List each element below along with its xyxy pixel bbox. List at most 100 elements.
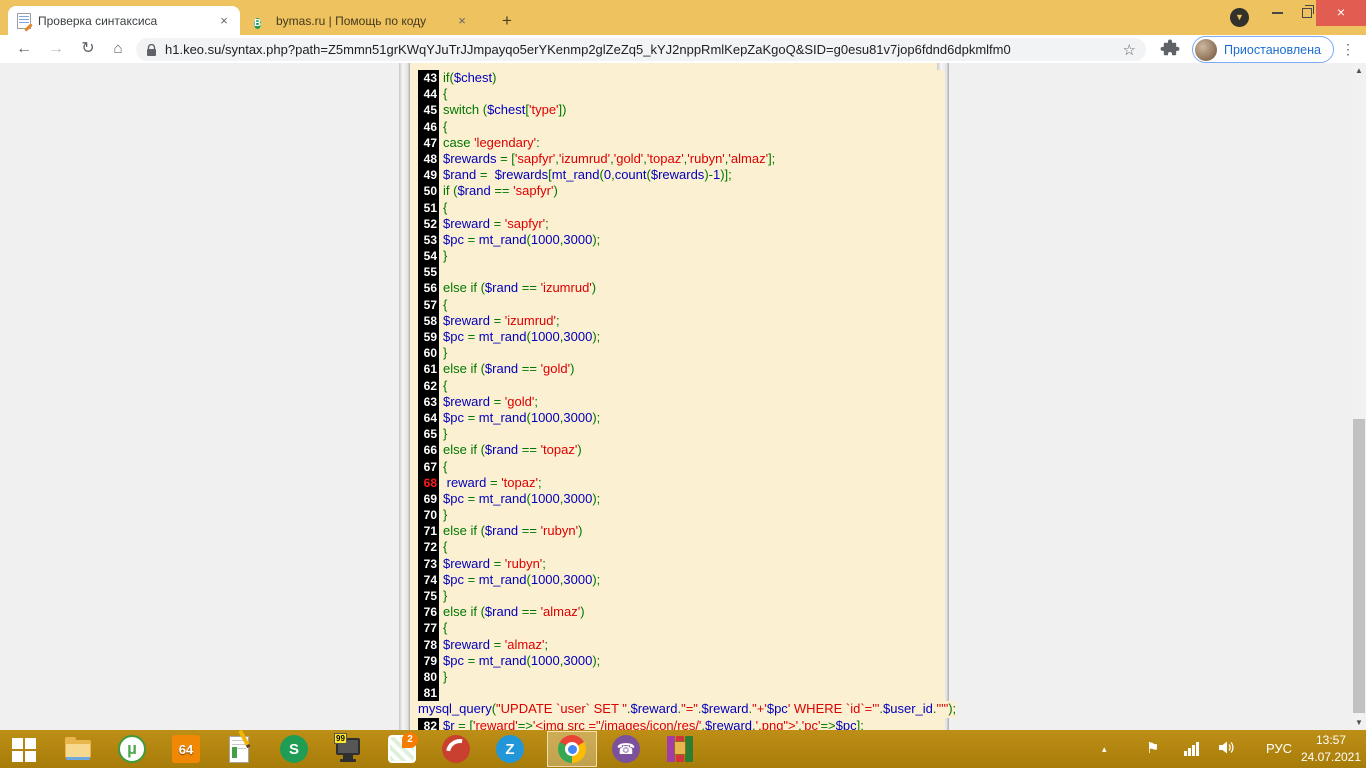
line-number: 51 (418, 200, 439, 216)
line-number: 61 (418, 361, 439, 377)
s-app-icon[interactable]: S (280, 735, 308, 763)
monitor-99-icon[interactable]: 99 (334, 735, 362, 763)
line-number: 53 (418, 232, 439, 248)
bookmark-star-icon[interactable]: ☆ (1123, 41, 1136, 59)
volume-icon[interactable] (1218, 740, 1236, 760)
code-line: 62{ (410, 378, 945, 394)
extensions-puzzle-icon[interactable] (1160, 38, 1184, 62)
page-scrollbar[interactable]: ▲ ▼ (1352, 63, 1366, 730)
line-number: 72 (418, 539, 439, 555)
chrome-icon[interactable] (558, 735, 586, 763)
line-number: 73 (418, 556, 439, 572)
code-line: 50if ($rand == 'sapfyr') (410, 183, 945, 199)
code-line: 71else if ($rand == 'rubyn') (410, 523, 945, 539)
line-number: 47 (418, 135, 439, 151)
line-number: 60 (418, 345, 439, 361)
browser-menu-icon[interactable]: ⋮ (1338, 37, 1358, 61)
action-center-flag-icon[interactable]: ⚑ (1146, 739, 1159, 757)
tab-search-icon[interactable]: ▼ (1230, 8, 1249, 27)
line-number: 52 (418, 216, 439, 232)
aida64-icon[interactable]: 64 (172, 735, 200, 763)
utorrent-icon[interactable]: µ (118, 735, 146, 763)
code-line: 65} (410, 426, 945, 442)
code-line: 57{ (410, 297, 945, 313)
line-number: 49 (418, 167, 439, 183)
close-tab-icon[interactable]: × (216, 13, 232, 29)
profile-chip[interactable]: Приостановлена (1192, 36, 1334, 63)
code-line: 66else if ($rand == 'topaz') (410, 442, 945, 458)
line-number: 45 (418, 102, 439, 118)
line-number: 63 (418, 394, 439, 410)
tab-title: Проверка синтаксиса (38, 14, 210, 28)
notepad-pencil-icon[interactable] (226, 735, 254, 763)
code-line: 60} (410, 345, 945, 361)
winrar-icon[interactable] (666, 735, 694, 763)
viber-icon[interactable]: ☎ (612, 735, 640, 763)
2gis-icon[interactable]: 2 (388, 735, 416, 763)
code-line: 46{ (410, 119, 945, 135)
home-icon[interactable]: ⌂ (106, 37, 130, 61)
line-number: 62 (418, 378, 439, 394)
line-number: 64 (418, 410, 439, 426)
line-number: 76 (418, 604, 439, 620)
scroll-up-icon[interactable]: ▲ (1352, 63, 1366, 78)
scroll-down-icon[interactable]: ▼ (1352, 715, 1366, 730)
url-text[interactable]: h1.keo.su/syntax.php?path=Z5mmn51grKWqYJ… (165, 42, 1123, 57)
code-line: 63$reward = 'gold'; (410, 394, 945, 410)
clock[interactable]: 13:57 24.07.2021 (1300, 732, 1362, 766)
close-tab-icon[interactable]: × (454, 13, 470, 29)
line-number: 81 (418, 685, 439, 701)
start-button[interactable] (12, 738, 36, 762)
error-line-number: 68 (418, 475, 439, 491)
close-window-button[interactable]: × (1316, 0, 1366, 26)
line-number: 55 (418, 264, 439, 280)
code-line: 82$r = ['reward'=>'<img src ="/images/ic… (410, 718, 945, 731)
code-line: 81 (410, 685, 945, 701)
reload-icon[interactable]: ↻ (76, 37, 100, 61)
code-line: 44{ (410, 86, 945, 102)
code-line: 79$pc = mt_rand(1000,3000); (410, 653, 945, 669)
code-box-left-border (399, 63, 410, 730)
code-line: 75} (410, 588, 945, 604)
code-line: 68 reward = 'topaz'; (410, 475, 945, 491)
file-explorer-icon[interactable] (64, 735, 92, 763)
code-line: 77{ (410, 620, 945, 636)
back-icon[interactable]: ← (12, 37, 36, 61)
page-content: 43if($chest)44{45switch ($chest['type'])… (0, 63, 1366, 730)
line-number: 69 (418, 491, 439, 507)
code-line: 48$rewards = ['sapfyr','izumrud','gold',… (410, 151, 945, 167)
line-number: 43 (418, 70, 439, 86)
network-signal-icon[interactable] (1184, 742, 1202, 756)
code-lines: 43if($chest)44{45switch ($chest['type'])… (410, 63, 937, 730)
line-number: 46 (418, 119, 439, 135)
code-line: 55 (410, 264, 945, 280)
time: 13:57 (1300, 732, 1362, 749)
minimize-button[interactable] (1262, 0, 1292, 26)
tab-strip: Проверка синтаксиса × B bymas.ru | Помощ… (0, 0, 1366, 35)
line-number: 54 (418, 248, 439, 264)
code-line: 76else if ($rand == 'almaz') (410, 604, 945, 620)
line-number: 77 (418, 620, 439, 636)
tab-syntax-check[interactable]: Проверка синтаксиса × (8, 6, 240, 35)
scrollbar-thumb[interactable] (1353, 419, 1365, 713)
line-number: 56 (418, 280, 439, 296)
line-number: 67 (418, 459, 439, 475)
ccleaner-icon[interactable] (442, 735, 470, 763)
line-number: 44 (418, 86, 439, 102)
code-line: 43if($chest) (410, 70, 945, 86)
line-number: 50 (418, 183, 439, 199)
zona-icon[interactable]: Z (496, 735, 524, 763)
hidden-icons-arrow[interactable]: ▴ (1102, 744, 1107, 755)
line-number: 74 (418, 572, 439, 588)
code-line: 70} (410, 507, 945, 523)
code-line: 78$reward = 'almaz'; (410, 637, 945, 653)
bymas-favicon-icon: B (254, 13, 270, 29)
line-number: 65 (418, 426, 439, 442)
line-number: 70 (418, 507, 439, 523)
code-line: 47case 'legendary': (410, 135, 945, 151)
new-tab-button[interactable]: + (496, 10, 518, 32)
tab-bymas[interactable]: B bymas.ru | Помощь по коду × (246, 6, 478, 35)
line-number: 78 (418, 637, 439, 653)
language-indicator[interactable]: РУС (1266, 741, 1292, 756)
address-bar[interactable]: h1.keo.su/syntax.php?path=Z5mmn51grKWqYJ… (136, 38, 1146, 61)
